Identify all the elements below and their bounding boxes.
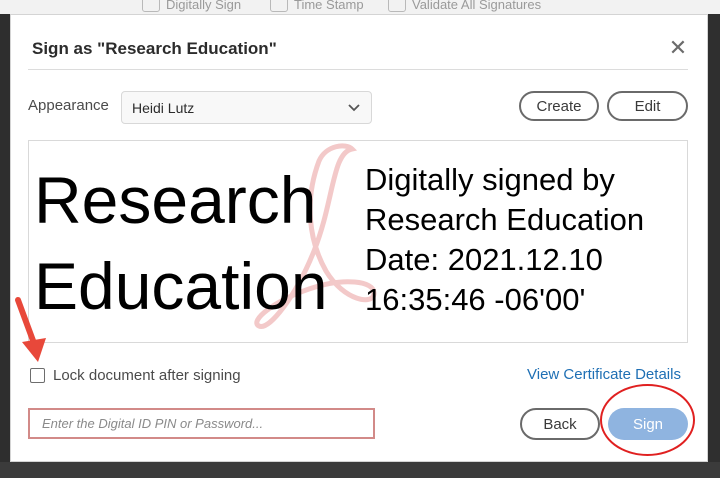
toolbar-item-label: Digitally Sign — [166, 0, 242, 12]
signature-details: Digitally signed by Research Education D… — [365, 160, 644, 320]
toolbar-item-validate-all[interactable]: Validate All Signatures — [388, 0, 541, 14]
toolbar-item-label: Time Stamp — [294, 0, 364, 12]
dialog-title: Sign as "Research Education" — [32, 39, 277, 58]
annotation-arrow-icon — [15, 297, 46, 362]
background-toolbar: Digitally Sign Time Stamp Validate All S… — [0, 0, 720, 14]
sign-dialog: Sign as "Research Education" ✕ Appearanc… — [10, 14, 708, 462]
close-button[interactable]: ✕ — [667, 37, 689, 59]
create-button[interactable]: Create — [519, 91, 599, 121]
signature-detail-line: Digitally signed by — [365, 162, 615, 197]
signature-detail-line: Research Education — [365, 202, 645, 237]
appearance-label: Appearance — [28, 97, 109, 114]
signature-detail-line: Date: 2021.12.10 — [365, 242, 603, 277]
lock-document-option[interactable]: Lock document after signing — [30, 367, 241, 384]
lock-document-checkbox[interactable] — [30, 368, 45, 383]
toolbar-item-digitally-sign[interactable]: Digitally Sign — [142, 0, 241, 14]
signature-name: Research Education — [34, 157, 328, 329]
appearance-selected-value: Heidi Lutz — [132, 99, 195, 116]
signature-detail-line: 16:35:46 -06'00' — [365, 282, 586, 317]
view-certificate-link[interactable]: View Certificate Details — [527, 366, 681, 383]
chevron-down-icon — [348, 104, 360, 112]
back-button[interactable]: Back — [520, 408, 600, 440]
signature-name-line: Education — [34, 249, 328, 323]
title-divider — [28, 69, 688, 70]
signature-name-line: Research — [34, 163, 317, 237]
close-icon: ✕ — [668, 35, 688, 60]
background-bottom — [0, 462, 720, 478]
appearance-dropdown[interactable]: Heidi Lutz — [121, 91, 372, 124]
timestamp-icon — [270, 0, 288, 12]
toolbar-item-time-stamp[interactable]: Time Stamp — [270, 0, 364, 14]
background-right-panel — [708, 14, 720, 478]
signature-preview: Research Education Digitally signed by R… — [28, 140, 688, 343]
digital-sign-icon — [142, 0, 160, 12]
pin-password-input[interactable] — [28, 408, 375, 439]
validate-icon — [388, 0, 406, 12]
lock-document-label[interactable]: Lock document after signing — [53, 367, 241, 384]
edit-button[interactable]: Edit — [607, 91, 688, 121]
annotation-circle — [600, 384, 695, 456]
toolbar-item-label: Validate All Signatures — [412, 0, 542, 12]
background-left-panel — [0, 14, 10, 478]
